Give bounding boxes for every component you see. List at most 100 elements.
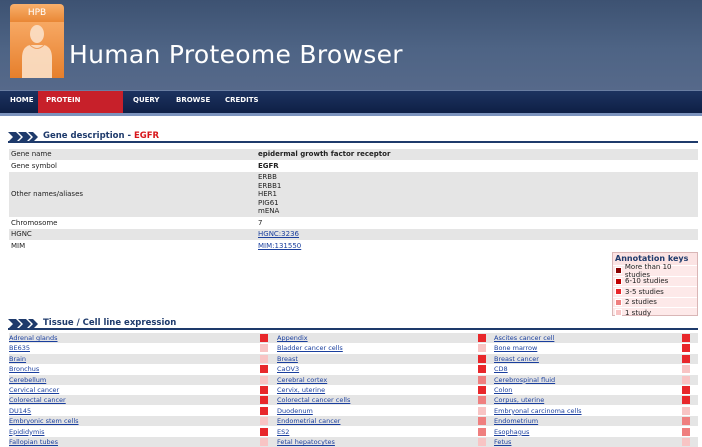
tissue-link[interactable]: Endometrium: [494, 416, 538, 426]
tissue-link[interactable]: CaOV3: [277, 364, 299, 374]
hgnc-label: HGNC: [9, 229, 256, 240]
expression-level-marker: [478, 334, 486, 342]
alias: PIG61: [258, 198, 279, 207]
tissue-link[interactable]: Colon: [494, 385, 512, 395]
expression-level-marker: [478, 375, 486, 384]
nav-home[interactable]: HOME: [2, 91, 42, 114]
expression-level-marker: [260, 354, 268, 363]
main-nav: HOME PROTEIN SUMMARY QUERY BROWSE CREDIT…: [0, 90, 702, 122]
key-swatch: [615, 288, 622, 296]
expression-level-marker: [682, 334, 690, 342]
tissue-link[interactable]: Adrenal glands: [9, 333, 58, 343]
expression-level-marker: [478, 354, 486, 363]
tissue-link[interactable]: DU145: [9, 406, 31, 416]
tissue-row: Fallopian tubes Fetal hepatocytes Fetus: [9, 437, 698, 447]
tissue-row: Embryonic stem cells Endometrial cancer En…: [9, 416, 698, 427]
tissue-link[interactable]: Bladder cancer cells: [277, 343, 343, 353]
expression-level-marker: [260, 344, 268, 353]
tissue-link[interactable]: Breast: [277, 354, 298, 364]
expression-level-marker: [260, 438, 268, 446]
annotation-keys: Annotation keys More than 10 studies 6-1…: [612, 252, 698, 319]
expression-level-marker: [682, 386, 690, 394]
expression-level-marker: [478, 396, 486, 405]
expression-level-marker: [478, 438, 486, 446]
tissue-row: Colorectal cancer Colorectal cancer cells…: [9, 395, 698, 406]
expression-level-marker: [260, 417, 268, 426]
tissue-row: Bronchus CaOV3 CD8: [9, 364, 698, 374]
nav-credits[interactable]: CREDITS: [217, 91, 267, 114]
annotation-key: 3-5 studies: [613, 287, 697, 298]
gene-info-table: Gene name epidermal growth factor recept…: [9, 148, 698, 252]
annotation-key: 2 studies: [613, 298, 697, 308]
nav-protein-summary[interactable]: PROTEIN SUMMARY: [38, 91, 123, 122]
tissue-link[interactable]: Fetal hepatocytes: [277, 437, 335, 447]
expression-level-marker: [260, 334, 268, 342]
expression-level-marker: [478, 427, 486, 436]
expression-level-marker: [478, 406, 486, 415]
tissue-link[interactable]: Appendix: [277, 333, 308, 343]
tissue-link[interactable]: Ascites cancer cell: [494, 333, 554, 343]
expression-level-marker: [260, 427, 268, 436]
tissue-link[interactable]: Cervical cancer: [9, 385, 59, 395]
tissue-link[interactable]: Duodenum: [277, 406, 313, 416]
tissue-link[interactable]: Esophagus: [494, 427, 529, 437]
tissue-link[interactable]: Embryonal carcinoma cells: [494, 406, 582, 416]
logo-badge[interactable]: HPB: [10, 4, 64, 22]
tissue-link[interactable]: ES2: [277, 427, 289, 437]
expression-level-marker: [260, 375, 268, 384]
alias: ERBB1: [258, 181, 282, 190]
tissue-link[interactable]: Cerebrospinal fluid: [494, 375, 555, 385]
tissue-link[interactable]: Breast cancer: [494, 354, 539, 364]
tissue-link[interactable]: Fetus: [494, 437, 511, 447]
tissue-link[interactable]: Colorectal cancer cells: [277, 395, 350, 405]
expression-level-marker: [260, 365, 268, 374]
tissue-link[interactable]: Colorectal cancer: [9, 395, 66, 405]
hgnc-link[interactable]: HGNC:3236: [258, 230, 299, 238]
tissue-link[interactable]: Cerebellum: [9, 375, 46, 385]
nav-browse[interactable]: BROWSE: [168, 91, 218, 114]
chromosome-label: Chromosome: [11, 218, 58, 227]
tissue-link[interactable]: Bone marrow: [494, 343, 537, 353]
tissue-link[interactable]: Endometrial cancer: [277, 416, 340, 426]
expression-level-marker: [478, 365, 486, 374]
gene-name-label: Gene name: [9, 149, 256, 160]
tissue-row: Cervical cancer Cervix, uterine Colon: [9, 385, 698, 395]
gene-name-value: epidermal growth factor receptor: [256, 149, 698, 160]
tissue-link[interactable]: Epididymis: [9, 427, 44, 437]
tissue-link[interactable]: Corpus, uterine: [494, 395, 544, 405]
tissue-link[interactable]: Cerebral cortex: [277, 375, 327, 385]
nav-query[interactable]: QUERY: [125, 91, 168, 114]
site-header: HPB Human Proteome Browser: [0, 0, 702, 90]
mim-link[interactable]: MIM:131550: [258, 242, 301, 250]
tissue-link[interactable]: Bronchus: [9, 364, 39, 374]
table-row: MIM MIM:131550: [9, 241, 698, 252]
expression-level-marker: [682, 427, 690, 436]
key-swatch: [615, 277, 622, 285]
expression-level-marker: [478, 344, 486, 353]
gene-description-title: Gene description - EGFR: [43, 131, 160, 141]
tissue-link[interactable]: Cervix, uterine: [277, 385, 325, 395]
gene-description-header: Gene description - EGFR: [8, 131, 698, 143]
tissue-row: DU145 Duodenum Embryonal carcinoma cells: [9, 406, 698, 416]
tissue-link[interactable]: CD8: [494, 364, 508, 374]
tissue-link[interactable]: Brain: [9, 354, 26, 364]
tissue-expression-title: Tissue / Cell line expression: [43, 318, 177, 328]
section-arrow-icon: [8, 132, 38, 142]
mim-label: MIM: [11, 241, 26, 250]
annotation-key: More than 10 studies: [613, 263, 697, 279]
expression-level-marker: [682, 375, 690, 384]
tissue-link[interactable]: Embryonic stem cells: [9, 416, 79, 426]
tissue-link[interactable]: Fallopian tubes: [9, 437, 58, 447]
tissue-row: Brain Breast Breast cancer: [9, 353, 698, 364]
expression-level-marker: [682, 438, 690, 446]
human-figure-logo[interactable]: [10, 22, 64, 78]
aliases-label: Other names/aliases: [9, 172, 256, 217]
key-swatch: [615, 298, 622, 306]
expression-level-marker: [260, 396, 268, 405]
gene-symbol-highlight: EGFR: [133, 131, 160, 141]
alias: HER1: [258, 190, 278, 198]
tissue-expression-header: Tissue / Cell line expression: [8, 318, 698, 330]
expression-level-marker: [260, 386, 268, 394]
tissue-link[interactable]: BE635: [9, 343, 30, 353]
table-row: Other names/aliases ERBB ERBB1 HER1 PIG6…: [9, 172, 698, 217]
